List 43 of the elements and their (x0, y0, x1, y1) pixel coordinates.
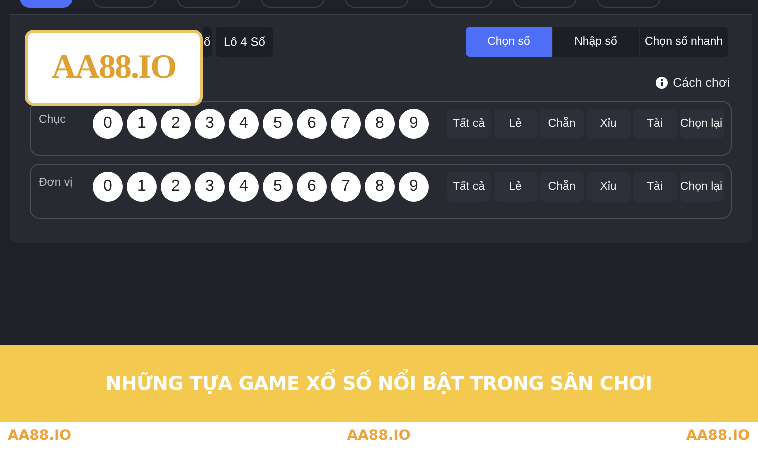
number-ball[interactable]: 4 (229, 172, 259, 202)
quick-pick-button[interactable]: Xỉu (586, 109, 630, 139)
quick-pick-button[interactable]: Tất cả (447, 172, 491, 202)
number-ball[interactable]: 0 (93, 172, 123, 202)
brand-mark: AA88.IO (686, 428, 750, 444)
info-icon (656, 76, 668, 88)
mode-tab[interactable]: Chọn số (466, 27, 553, 57)
number-ball[interactable]: 2 (161, 109, 191, 139)
number-ball[interactable]: 0 (93, 109, 123, 139)
logo: AA88.IO (52, 49, 176, 87)
game-tab[interactable]: ố (203, 27, 212, 57)
number-ball[interactable]: 7 (331, 109, 361, 139)
quick-pick-button[interactable]: Chẵn (540, 172, 584, 202)
number-ball[interactable]: 6 (297, 172, 327, 202)
quick-pick-button[interactable]: Tài (633, 109, 677, 139)
quick-pick-button[interactable]: Xỉu (586, 172, 630, 202)
how-to-play-link[interactable]: Cách chơi (673, 76, 730, 90)
number-ball[interactable]: 5 (263, 172, 293, 202)
number-ball[interactable]: 4 (229, 109, 259, 139)
row-label: Chục (39, 114, 67, 128)
quick-pick-button[interactable]: Chẵn (540, 109, 584, 139)
quick-pick-button[interactable]: Tài (633, 172, 677, 202)
quick-pick-button[interactable]: Lẻ (494, 109, 538, 139)
number-ball[interactable]: 3 (195, 172, 225, 202)
quick-pick-button[interactable]: Tất cả (447, 109, 491, 139)
number-ball[interactable]: 1 (127, 172, 157, 202)
number-ball[interactable]: 7 (331, 172, 361, 202)
brand-mark: AA88.IO (8, 428, 72, 444)
brand-mark: AA88.IO (347, 428, 411, 444)
number-ball[interactable]: 8 (365, 109, 395, 139)
quick-pick-button[interactable]: Lẻ (494, 172, 538, 202)
quick-pick-button[interactable]: Chọn lại (680, 172, 724, 202)
number-ball[interactable]: 1 (127, 109, 157, 139)
number-ball[interactable]: 5 (263, 109, 293, 139)
row-label: Đơn vị (39, 177, 74, 191)
number-ball[interactable]: 9 (399, 172, 429, 202)
number-ball[interactable]: 3 (195, 109, 225, 139)
number-ball[interactable]: 8 (365, 172, 395, 202)
quick-pick-button[interactable]: Chọn lại (680, 109, 724, 139)
number-ball[interactable]: 2 (161, 172, 191, 202)
game-tab[interactable]: Lô 4 Số (216, 27, 274, 57)
number-ball[interactable]: 9 (399, 109, 429, 139)
number-ball[interactable]: 6 (297, 109, 327, 139)
